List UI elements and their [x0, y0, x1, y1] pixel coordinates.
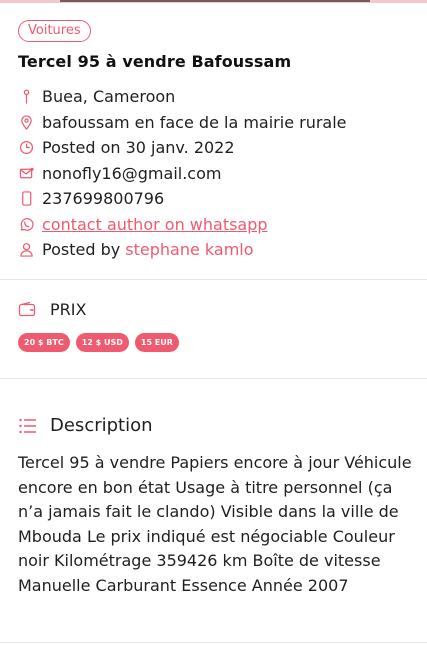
- description-header: Description: [18, 415, 153, 436]
- price-btc: 20 $ BTC: [18, 333, 70, 352]
- top-image-edge: [0, 0, 427, 3]
- clock-icon: [18, 140, 34, 156]
- description-heading: Description: [50, 415, 153, 436]
- whatsapp-contact-link[interactable]: contact author on whatsapp: [42, 215, 268, 234]
- phone-icon: [18, 191, 34, 207]
- whatsapp-icon: [18, 216, 34, 232]
- author-link[interactable]: stephane kamlo: [125, 240, 253, 259]
- price-eur: 15 EUR: [134, 333, 179, 352]
- user-icon: [18, 242, 34, 258]
- posted-date-text: Posted on 30 janv. 2022: [42, 138, 235, 158]
- price-usd: 12 $ USD: [75, 333, 129, 352]
- price-label: PRIX: [50, 300, 87, 319]
- list-icon: [18, 416, 38, 436]
- location-pin-icon: [18, 89, 34, 105]
- whatsapp-row: contact author on whatsapp: [18, 212, 418, 238]
- divider: [0, 279, 427, 280]
- listing-info: Buea, Cameroon bafoussam en face de la m…: [18, 84, 418, 263]
- phone-text[interactable]: 237699800796: [42, 189, 164, 208]
- posted-by-prefix: Posted by: [42, 240, 126, 260]
- listing-title: Tercel 95 à vendre Bafoussam: [18, 52, 292, 71]
- price-section-header: PRIX: [18, 300, 86, 319]
- location-text: Buea, Cameroon: [42, 87, 176, 107]
- location-row: Buea, Cameroon: [18, 84, 418, 110]
- category-badge[interactable]: Voitures: [18, 20, 91, 42]
- address-row: bafoussam en face de la mairie rurale: [18, 110, 418, 136]
- email-text[interactable]: nonofly16@gmail.com: [42, 164, 221, 183]
- mail-icon: [18, 165, 34, 181]
- description-text: Tercel 95 à vendre Papiers encore à jour…: [18, 453, 412, 595]
- price-list: 20 $ BTC 12 $ USD 15 EUR: [18, 333, 179, 352]
- divider: [0, 378, 427, 379]
- posted-date-row: Posted on 30 janv. 2022: [18, 135, 418, 161]
- phone-row: 237699800796: [18, 186, 418, 212]
- email-row: nonofly16@gmail.com: [18, 161, 418, 187]
- wallet-icon: [18, 301, 36, 319]
- address-text: bafoussam en face de la mairie rurale: [42, 112, 347, 132]
- divider: [0, 642, 427, 643]
- posted-by-row: Posted by stephane kamlo: [18, 237, 418, 263]
- map-marker-icon: [18, 114, 34, 130]
